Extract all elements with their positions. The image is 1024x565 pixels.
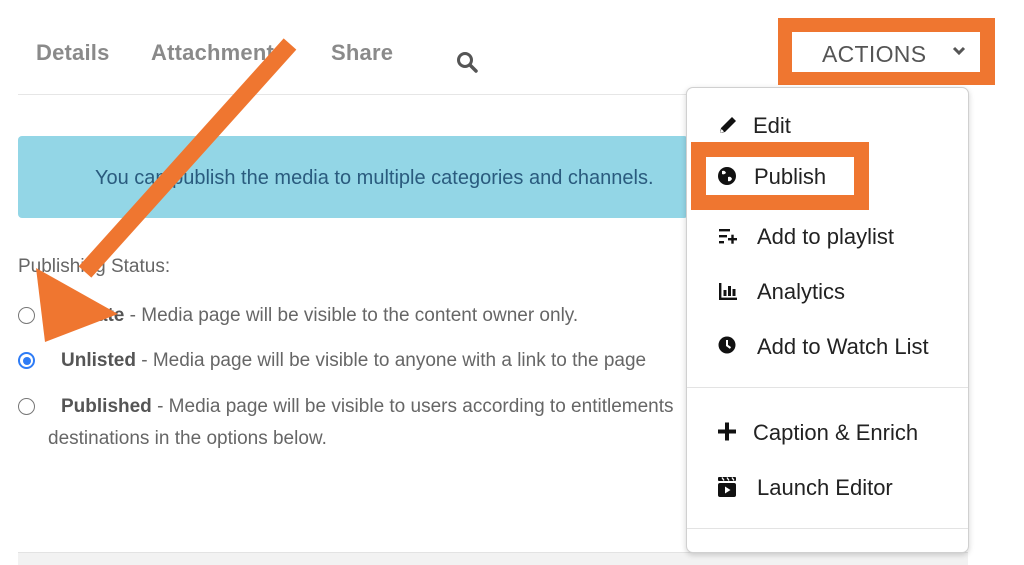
menu-item-label: Add to Watch List <box>757 334 929 359</box>
menu-divider <box>687 528 968 529</box>
globe-icon <box>718 167 736 185</box>
menu-item-caption-enrich[interactable]: Caption & Enrich <box>687 412 968 452</box>
bar-chart-icon <box>719 283 737 300</box>
plus-icon <box>718 422 736 441</box>
tab-details[interactable]: Details <box>36 40 110 66</box>
radio-published[interactable] <box>18 398 35 415</box>
chevron-down-icon <box>952 46 966 56</box>
tab-attachments[interactable]: Attachments <box>151 40 286 66</box>
tab-share[interactable]: Share <box>331 40 393 66</box>
option-name: Private <box>61 305 125 326</box>
search-icon[interactable] <box>455 50 479 74</box>
menu-item-launch-editor[interactable]: Launch Editor <box>687 467 968 507</box>
clapperboard-icon <box>718 477 736 497</box>
menu-item-add-to-playlist[interactable]: Add to playlist <box>687 216 968 256</box>
publishing-status-label: Publishing Status: <box>18 256 171 277</box>
menu-item-label: Launch Editor <box>757 475 893 500</box>
alert-text: You can publish the media to multiple ca… <box>95 167 654 189</box>
radio-unlisted[interactable] <box>18 352 35 369</box>
pencil-icon <box>720 117 736 133</box>
menu-item-label: Caption & Enrich <box>753 420 919 445</box>
menu-item-analytics[interactable]: Analytics <box>687 271 968 311</box>
clock-icon <box>718 336 736 354</box>
info-alert: You can publish the media to multiple ca… <box>18 136 688 218</box>
option-desc: - Media page will be visible to the cont… <box>124 305 579 326</box>
playlist-add-icon <box>719 229 737 244</box>
footer-bar <box>18 552 968 565</box>
option-desc-continued: destinations in the options below. <box>48 428 327 449</box>
option-desc: - Media page will be visible to anyone w… <box>135 350 647 371</box>
option-name: Unlisted <box>61 350 136 371</box>
menu-item-publish[interactable]: Publish <box>706 157 854 195</box>
menu-item-add-to-watch-list[interactable]: Add to Watch List <box>687 326 968 366</box>
menu-item-label: Analytics <box>757 279 846 304</box>
menu-item-label: Publish <box>754 164 827 189</box>
actions-label: ACTIONS <box>822 41 927 67</box>
option-desc: - Media page will be visible to users ac… <box>151 396 674 417</box>
menu-item-label: Add to playlist <box>757 224 894 249</box>
actions-button[interactable]: ACTIONS <box>792 32 980 72</box>
menu-item-edit[interactable]: Edit <box>687 105 968 145</box>
radio-private[interactable] <box>18 307 35 324</box>
menu-item-label: Edit <box>753 113 791 138</box>
menu-divider <box>687 387 968 388</box>
option-name: Published <box>61 396 152 417</box>
